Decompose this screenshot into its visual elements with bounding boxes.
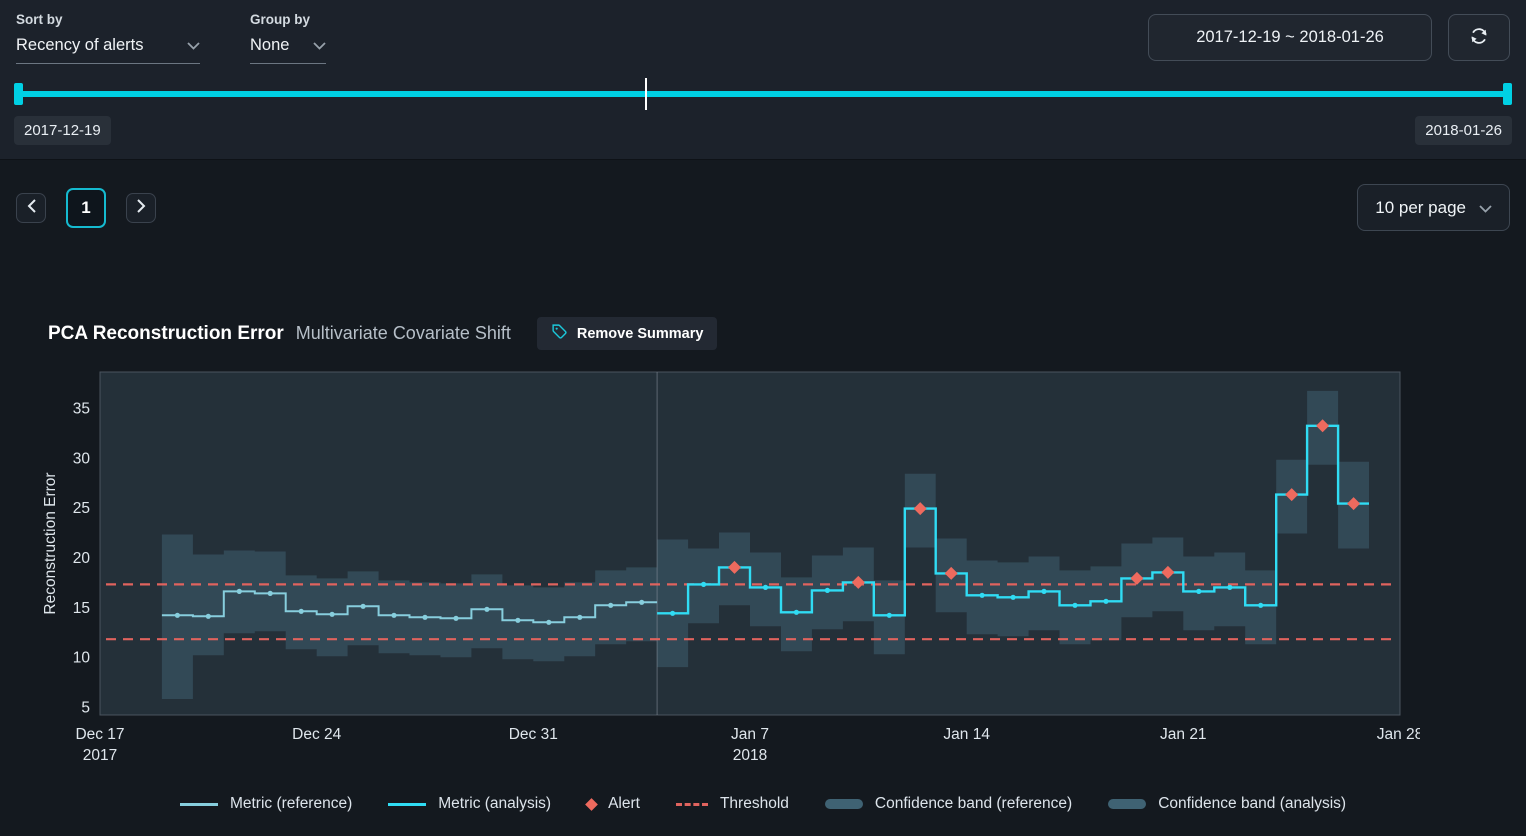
chevron-down-icon bbox=[313, 37, 326, 55]
chevron-right-icon bbox=[137, 199, 146, 216]
svg-text:35: 35 bbox=[73, 400, 90, 417]
metric-reference-line-swatch bbox=[180, 803, 218, 806]
sort-by-select[interactable]: Sort by Recency of alerts bbox=[16, 12, 200, 64]
svg-text:Dec 24: Dec 24 bbox=[292, 726, 341, 743]
slider-end-label: 2018-01-26 bbox=[1415, 116, 1512, 145]
legend-label: Confidence band (reference) bbox=[875, 795, 1072, 813]
svg-text:Dec 31: Dec 31 bbox=[509, 726, 558, 743]
svg-text:2018: 2018 bbox=[733, 747, 767, 764]
pagination: 1 10 per page bbox=[0, 160, 1526, 231]
legend-label: Alert bbox=[608, 795, 640, 813]
toolbar-controls-row: Sort by Recency of alerts Group by None … bbox=[0, 10, 1526, 64]
remove-summary-button[interactable]: Remove Summary bbox=[537, 317, 718, 350]
svg-text:30: 30 bbox=[73, 450, 91, 467]
toolbar: Sort by Recency of alerts Group by None … bbox=[0, 0, 1526, 160]
legend-item-confidence-band-reference[interactable]: Confidence band (reference) bbox=[825, 795, 1072, 813]
group-by-select[interactable]: Group by None bbox=[250, 12, 326, 64]
slider-start-label: 2017-12-19 bbox=[14, 116, 111, 145]
slider-track[interactable] bbox=[14, 91, 1512, 97]
alert-diamond-swatch bbox=[585, 798, 598, 811]
svg-text:20: 20 bbox=[73, 550, 91, 567]
next-page-button[interactable] bbox=[126, 193, 156, 223]
svg-text:Jan 14: Jan 14 bbox=[943, 726, 990, 743]
svg-text:15: 15 bbox=[73, 600, 90, 617]
chevron-left-icon bbox=[27, 199, 36, 216]
chart-subtitle: Multivariate Covariate Shift bbox=[296, 323, 511, 344]
threshold-dash-swatch bbox=[676, 803, 708, 806]
svg-text:Jan 21: Jan 21 bbox=[1160, 726, 1207, 743]
legend-item-alert[interactable]: Alert bbox=[587, 795, 640, 813]
legend-item-metric-reference[interactable]: Metric (reference) bbox=[180, 795, 352, 813]
tag-icon bbox=[551, 323, 568, 344]
confidence-band-reference-swatch bbox=[825, 799, 863, 809]
date-range-slider bbox=[0, 82, 1526, 106]
legend-label: Metric (analysis) bbox=[438, 795, 551, 813]
svg-text:2017: 2017 bbox=[83, 747, 117, 764]
legend-item-threshold[interactable]: Threshold bbox=[676, 795, 789, 813]
per-page-select[interactable]: 10 per page bbox=[1357, 184, 1510, 231]
metric-step-chart[interactable]: 5 10 15 20 25 30 35 Dec 17 2017 Dec 24 Dec 31 Jan 7… bbox=[40, 366, 1420, 766]
group-by-label: Group by bbox=[250, 12, 326, 27]
legend-item-confidence-band-analysis[interactable]: Confidence band (analysis) bbox=[1108, 795, 1346, 813]
remove-summary-label: Remove Summary bbox=[577, 326, 704, 342]
chart-plot-area[interactable]: 5 10 15 20 25 30 35 Dec 17 2017 Dec 24 Dec 31 Jan 7… bbox=[40, 366, 1526, 771]
refresh-button[interactable] bbox=[1448, 14, 1510, 61]
svg-text:Reconstruction Error: Reconstruction Error bbox=[42, 472, 59, 614]
legend-label: Threshold bbox=[720, 795, 789, 813]
refresh-icon bbox=[1468, 25, 1490, 50]
metric-analysis-line-swatch bbox=[388, 803, 426, 806]
svg-text:10: 10 bbox=[73, 650, 91, 667]
sort-by-value: Recency of alerts bbox=[16, 36, 143, 55]
chart-legend: Metric (reference) Metric (analysis) Ale… bbox=[0, 795, 1526, 813]
svg-text:Jan 28: Jan 28 bbox=[1377, 726, 1420, 743]
date-range-input[interactable]: 2017-12-19 ~ 2018-01-26 bbox=[1148, 14, 1432, 61]
slider-divider-marker bbox=[645, 78, 647, 110]
svg-text:25: 25 bbox=[73, 500, 90, 517]
svg-text:Dec 17: Dec 17 bbox=[75, 726, 124, 743]
date-range-value: 2017-12-19 ~ 2018-01-26 bbox=[1196, 28, 1384, 47]
chart-title: PCA Reconstruction Error bbox=[48, 323, 284, 345]
chart-header: PCA Reconstruction Error Multivariate Co… bbox=[48, 317, 1526, 350]
toolbar-right-controls: 2017-12-19 ~ 2018-01-26 bbox=[1148, 14, 1510, 61]
group-by-value: None bbox=[250, 36, 289, 55]
legend-label: Confidence band (analysis) bbox=[1158, 795, 1346, 813]
chevron-down-icon bbox=[1479, 198, 1492, 218]
slider-handle-start[interactable] bbox=[14, 83, 23, 105]
svg-text:Jan 7: Jan 7 bbox=[731, 726, 769, 743]
previous-page-button[interactable] bbox=[16, 193, 46, 223]
slider-labels: 2017-12-19 2018-01-26 bbox=[0, 116, 1526, 145]
group-by-value-row[interactable]: None bbox=[250, 36, 326, 64]
legend-label: Metric (reference) bbox=[230, 795, 352, 813]
per-page-value: 10 per page bbox=[1375, 198, 1466, 218]
chevron-down-icon bbox=[187, 37, 200, 55]
confidence-band-analysis-swatch bbox=[1108, 799, 1146, 809]
sort-by-value-row[interactable]: Recency of alerts bbox=[16, 36, 200, 64]
main-content: 1 10 per page PCA Reconstruction Error M… bbox=[0, 160, 1526, 813]
svg-text:5: 5 bbox=[81, 700, 90, 717]
page-number-button[interactable]: 1 bbox=[66, 188, 106, 228]
slider-handle-end[interactable] bbox=[1503, 83, 1512, 105]
sort-by-label: Sort by bbox=[16, 12, 200, 27]
legend-item-metric-analysis[interactable]: Metric (analysis) bbox=[388, 795, 551, 813]
